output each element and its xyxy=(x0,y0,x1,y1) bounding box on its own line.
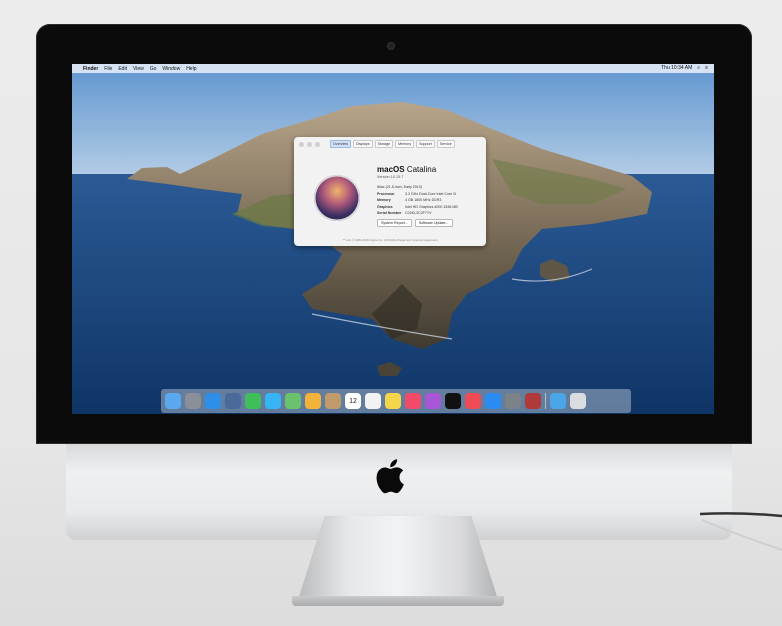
tab-support[interactable]: Support xyxy=(416,140,435,148)
minimize-window-button[interactable] xyxy=(307,142,312,147)
about-buttons: System Report... Software Update... xyxy=(377,219,453,227)
menu-file[interactable]: File xyxy=(104,66,112,72)
spec-graphics-value: Intel HD Graphics 4000 1536 MB xyxy=(405,204,458,209)
finder-icon[interactable] xyxy=(165,393,181,409)
window-controls xyxy=(299,142,320,147)
menu-view[interactable]: View xyxy=(133,66,144,72)
zoom-window-button[interactable] xyxy=(315,142,320,147)
menu-finder[interactable]: Finder xyxy=(83,66,98,72)
photo-app-icon[interactable] xyxy=(525,393,541,409)
clock[interactable]: Thu 10:34 AM xyxy=(661,65,692,71)
messages-icon[interactable] xyxy=(265,393,281,409)
tab-overview[interactable]: Overview xyxy=(330,140,351,148)
reminders-icon[interactable] xyxy=(365,393,381,409)
spec-list: iMac (21.5-inch, Early 2013) Processor 3.… xyxy=(377,184,458,217)
system-report-button[interactable]: System Report... xyxy=(377,219,412,227)
os-title-bold: macOS xyxy=(377,165,405,174)
power-cable xyxy=(700,512,782,551)
control-center-icon[interactable]: ≡ xyxy=(705,65,708,71)
tab-storage[interactable]: Storage xyxy=(374,140,394,148)
menu-bar: Finder File Edit View Go Window Help Thu… xyxy=(72,64,714,73)
dock: 12 xyxy=(161,389,631,413)
safari-icon[interactable] xyxy=(205,393,221,409)
app-store-icon[interactable] xyxy=(485,393,501,409)
facetime-icon[interactable] xyxy=(245,393,261,409)
notes-icon[interactable] xyxy=(385,393,401,409)
calendar-icon[interactable]: 12 xyxy=(345,393,361,409)
tab-displays[interactable]: Displays xyxy=(352,140,373,148)
launchpad-icon[interactable] xyxy=(185,393,201,409)
os-title: macOS Catalina xyxy=(377,165,436,174)
contacts-icon[interactable] xyxy=(325,393,341,409)
photos-icon[interactable] xyxy=(305,393,321,409)
camera-icon xyxy=(388,43,394,49)
photo-booth-icon[interactable] xyxy=(225,393,241,409)
menu-go[interactable]: Go xyxy=(150,66,157,72)
search-icon[interactable]: ⌕ xyxy=(697,65,700,71)
spec-serial: Serial Number C02KL3C2F7YV xyxy=(377,210,458,217)
macos-catalina-icon xyxy=(314,175,360,221)
maps-icon[interactable] xyxy=(285,393,301,409)
spec-processor-value: 3.3 GHz Dual-Core Intel Core i3 xyxy=(405,191,456,196)
about-this-mac-window: Overview Displays Storage Memory Support… xyxy=(294,137,486,246)
software-update-button[interactable]: Software Update... xyxy=(414,219,453,227)
downloads-folder-icon[interactable] xyxy=(550,393,566,409)
spec-memory-value: 4 GB 1600 MHz DDR3 xyxy=(405,198,442,202)
tab-memory[interactable]: Memory xyxy=(395,140,415,148)
stand xyxy=(296,516,500,606)
trash-icon[interactable] xyxy=(570,393,586,409)
menu-window[interactable]: Window xyxy=(162,66,180,72)
dock-separator xyxy=(545,393,546,409)
close-window-button[interactable] xyxy=(299,142,304,147)
apple-logo-icon xyxy=(376,459,404,494)
music-icon[interactable] xyxy=(405,393,421,409)
spec-model-value: iMac (21.5-inch, Early 2013) xyxy=(377,185,422,189)
system-preferences-icon[interactable] xyxy=(505,393,521,409)
news-icon[interactable] xyxy=(465,393,481,409)
about-tabs: Overview Displays Storage Memory Support… xyxy=(330,140,455,148)
podcasts-icon[interactable] xyxy=(425,393,441,409)
copyright-text: ™ and © 1983-2020 Apple Inc. All Rights … xyxy=(342,238,438,242)
stand-foot xyxy=(292,596,504,606)
os-title-name: Catalina xyxy=(406,165,437,174)
spec-serial-key: Serial Number xyxy=(377,211,402,215)
os-version: Version 10.15.7 xyxy=(377,175,404,179)
spec-serial-value: C02KL3C2F7YV xyxy=(405,211,432,215)
tv-icon[interactable] xyxy=(445,393,461,409)
menu-help[interactable]: Help xyxy=(186,66,196,72)
screen: Finder File Edit View Go Window Help Thu… xyxy=(72,64,714,414)
tab-service[interactable]: Service xyxy=(436,140,455,148)
menu-edit[interactable]: Edit xyxy=(118,66,127,72)
